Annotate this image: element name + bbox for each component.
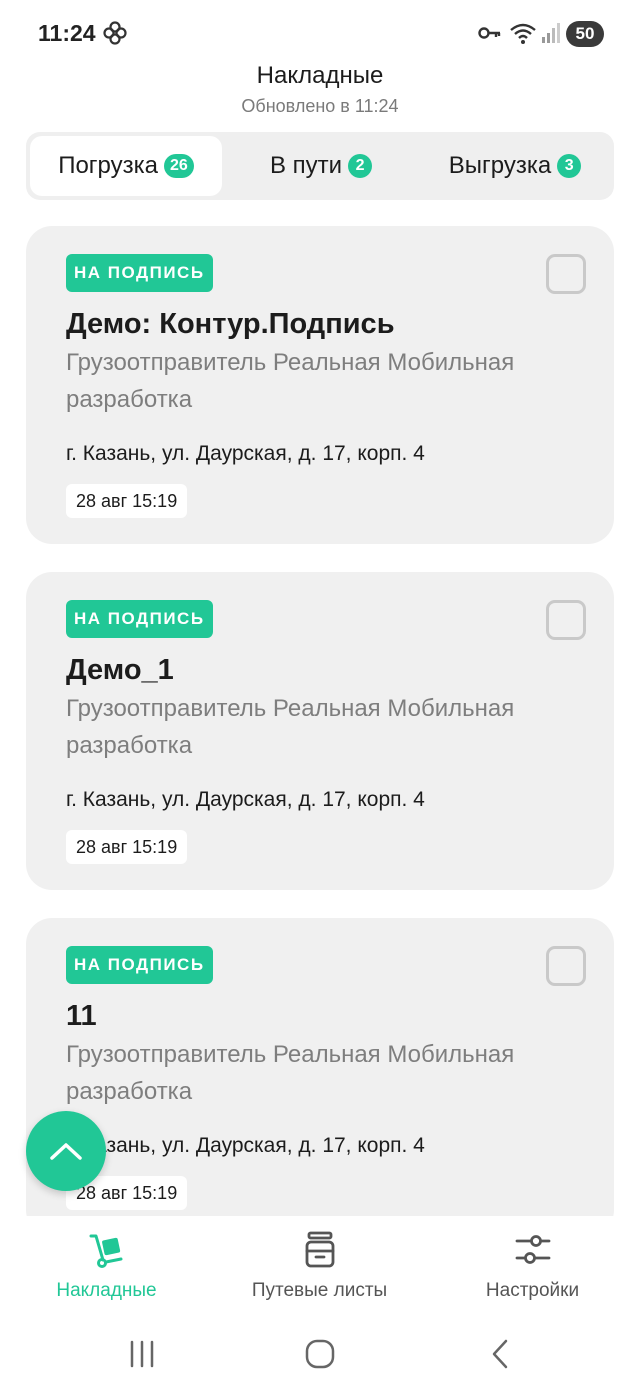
tab-in-transit[interactable]: В пути 2 bbox=[226, 136, 416, 196]
select-checkbox[interactable] bbox=[546, 600, 586, 640]
bottom-navigation: Накладные Путевые листы Настройки bbox=[0, 1216, 640, 1326]
sliders-icon bbox=[515, 1235, 550, 1264]
system-navigation bbox=[0, 1326, 640, 1387]
tab-bar: Погрузка 26 В пути 2 Выгрузка 3 bbox=[26, 132, 614, 200]
waybill-address: г. Казань, ул. Даурская, д. 17, корп. 4 bbox=[66, 788, 425, 811]
tab-count-badge: 2 bbox=[348, 154, 373, 178]
status-bar: 11:24 50 bbox=[0, 0, 640, 66]
status-badge: НА ПОДПИСЬ bbox=[66, 254, 213, 292]
recent-apps-icon[interactable] bbox=[122, 1334, 162, 1374]
waybill-title: 11 bbox=[66, 1000, 97, 1032]
select-checkbox[interactable] bbox=[546, 946, 586, 986]
archive-box-icon bbox=[305, 1231, 334, 1268]
battery-indicator: 50 bbox=[566, 21, 604, 47]
wifi-icon bbox=[510, 23, 536, 44]
nav-waybills[interactable]: Накладные bbox=[0, 1230, 213, 1302]
waybill-date: 28 авг 15:19 bbox=[66, 830, 188, 864]
waybill-card[interactable]: НА ПОДПИСЬ 11 Грузоотправитель Реальная … bbox=[26, 918, 614, 1216]
nav-label: Путевые листы bbox=[251, 1280, 388, 1301]
nav-label: Настройки bbox=[485, 1280, 580, 1301]
tab-unloading[interactable]: Выгрузка 3 bbox=[420, 136, 610, 196]
scroll-top-button[interactable] bbox=[26, 1111, 106, 1191]
status-time: 11:24 bbox=[38, 20, 96, 46]
waybill-card[interactable]: НА ПОДПИСЬ Демо_1 Грузоотправитель Реаль… bbox=[26, 572, 614, 890]
status-badge: НА ПОДПИСЬ bbox=[66, 600, 213, 638]
tab-label: Погрузка bbox=[58, 152, 158, 179]
signal-icon bbox=[542, 23, 560, 43]
waybill-sender: Грузоотправитель Реальная Мобильная разр… bbox=[66, 695, 515, 759]
page-header: Накладные Обновлено в 11:24 bbox=[0, 62, 640, 117]
tab-label: В пути bbox=[269, 152, 343, 179]
chevron-up-icon bbox=[50, 1143, 82, 1160]
waybill-title: Демо_1 bbox=[66, 654, 174, 686]
status-badge: НА ПОДПИСЬ bbox=[66, 946, 213, 984]
page-title: Накладные bbox=[256, 62, 384, 89]
back-icon[interactable] bbox=[480, 1334, 520, 1374]
nav-route-sheets[interactable]: Путевые листы bbox=[213, 1230, 426, 1302]
update-time: Обновлено в 11:24 bbox=[241, 96, 399, 116]
tab-loading[interactable]: Погрузка 26 bbox=[30, 136, 222, 196]
waybill-card[interactable]: НА ПОДПИСЬ Демо: Контур.Подпись Грузоотп… bbox=[26, 226, 614, 544]
nav-label: Накладные bbox=[56, 1280, 157, 1301]
flower-icon bbox=[103, 21, 127, 45]
tab-count-badge: 3 bbox=[557, 154, 582, 178]
home-icon[interactable] bbox=[300, 1334, 340, 1374]
nav-settings[interactable]: Настройки bbox=[426, 1230, 639, 1302]
waybill-sender: Грузоотправитель Реальная Мобильная разр… bbox=[66, 349, 515, 413]
waybill-date: 28 авг 15:19 bbox=[66, 484, 188, 518]
waybill-address: г. Казань, ул. Даурская, д. 17, корп. 4 bbox=[66, 442, 425, 465]
select-checkbox[interactable] bbox=[546, 254, 586, 294]
waybill-sender: Грузоотправитель Реальная Мобильная разр… bbox=[66, 1041, 515, 1105]
waybill-list[interactable]: НА ПОДПИСЬ Демо: Контур.Подпись Грузоотп… bbox=[0, 226, 640, 1216]
tab-count-badge: 26 bbox=[164, 154, 194, 178]
waybill-title: Демо: Контур.Подпись bbox=[66, 308, 395, 340]
cart-icon bbox=[89, 1234, 122, 1268]
tab-label: Выгрузка bbox=[448, 152, 552, 179]
key-icon bbox=[478, 27, 501, 39]
waybill-address: г. Казань, ул. Даурская, д. 17, корп. 4 bbox=[66, 1134, 425, 1157]
